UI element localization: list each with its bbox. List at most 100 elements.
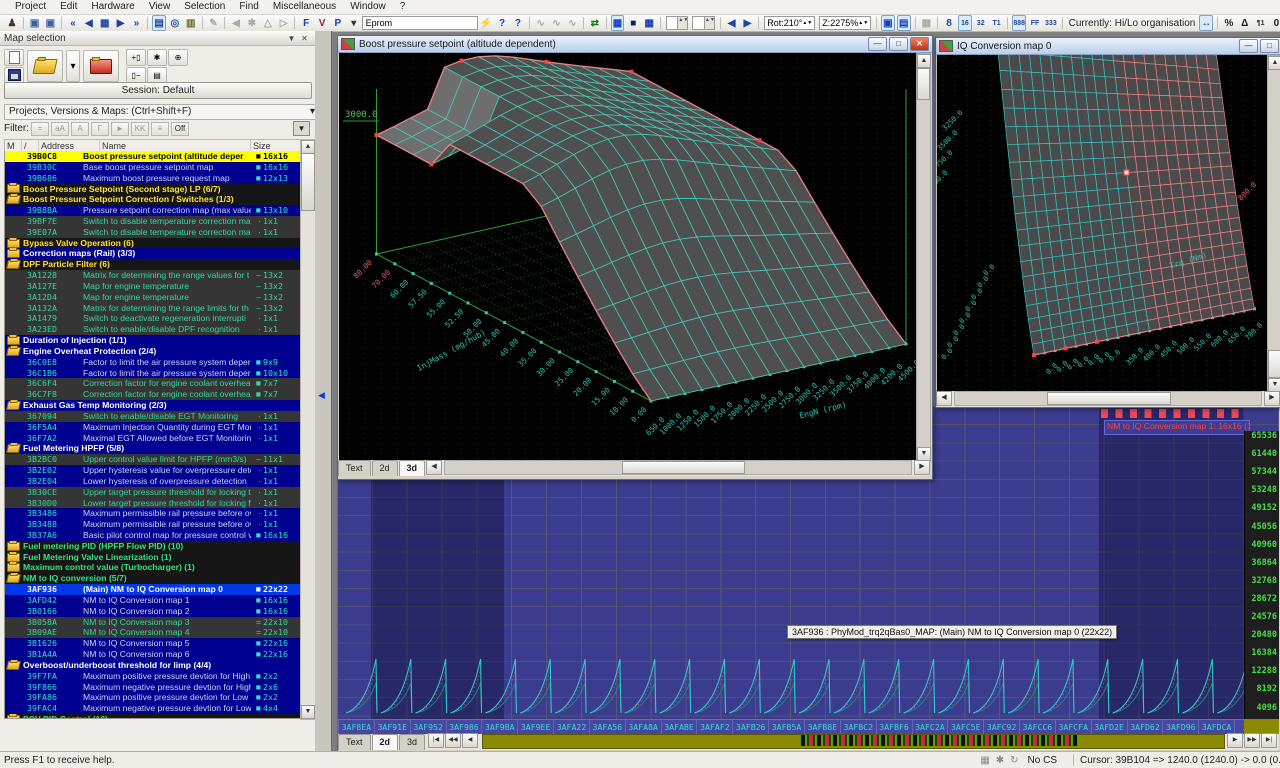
toolbar-icon[interactable]: P: [331, 15, 345, 31]
nav-icon[interactable]: |◀: [428, 733, 444, 748]
filter-icon[interactable]: aA: [51, 122, 69, 136]
toolbar-icon[interactable]: ?: [495, 15, 509, 31]
folder-row[interactable]: Bypass Valve Operation (6): [5, 238, 301, 249]
table-row[interactable]: 3AF936(Main) NM to IQ Conversion map 0■2…: [5, 584, 301, 595]
table-row[interactable]: 39F866Maximum negative pressure devtion …: [5, 682, 301, 693]
table-row[interactable]: 39B686Maximum boost pressure request map…: [5, 173, 301, 184]
table-row[interactable]: 39B8BAPressure setpoint correction map (…: [5, 205, 301, 216]
menu-project[interactable]: Project: [8, 0, 53, 14]
toolbar-icon[interactable]: ▦: [642, 15, 656, 31]
open-project-dropdown[interactable]: ▾: [66, 50, 80, 82]
folder-row[interactable]: Fuel Metering Valve Linearization (1): [5, 552, 301, 563]
table-row[interactable]: 36F7A2Maximal EGT Allowed before EGT Mon…: [5, 433, 301, 444]
toolbar-icon[interactable]: ▣: [881, 15, 895, 31]
hex-tab-3d[interactable]: 3d: [399, 734, 425, 750]
import-folder-button[interactable]: [83, 50, 119, 82]
table-row[interactable]: 36C0E8Factor to limit the air pressure s…: [5, 357, 301, 368]
hex-tab-2d[interactable]: 2d: [372, 734, 399, 750]
toolbar-icon[interactable]: ▾: [347, 15, 361, 31]
scroll-up-icon[interactable]: ▲: [301, 140, 315, 154]
maximize-icon[interactable]: □: [1260, 39, 1279, 53]
table-row[interactable]: 3A1479Switch to deactivate regeneration …: [5, 313, 301, 324]
nav-icon[interactable]: ▶|: [1261, 733, 1277, 748]
toolbar-icon[interactable]: ▥: [184, 15, 198, 31]
nav-icon[interactable]: ◀◀: [445, 733, 461, 748]
table-scrollbar[interactable]: ▲ ▼: [300, 139, 316, 720]
wizard-button[interactable]: ✱: [147, 49, 167, 66]
toolbar-icon[interactable]: ▦: [98, 15, 112, 31]
toolbar-icon[interactable]: «: [66, 15, 80, 31]
splitter-collapse-icon[interactable]: ◀: [318, 388, 328, 402]
table-row[interactable]: 3A12D4Map for engine temperature–13x2: [5, 292, 301, 303]
folder-row[interactable]: Boost Pressure Setpoint Correction / Swi…: [5, 194, 301, 205]
table-row[interactable]: 3B2E02Upper hysteresis value for overpre…: [5, 465, 301, 476]
toolbar-icon[interactable]: 8: [942, 15, 956, 31]
table-row[interactable]: 367094Switch to enable/disable EGT Monit…: [5, 411, 301, 422]
toolbar-icon[interactable]: ▤: [152, 15, 166, 31]
menu-view[interactable]: View: [142, 0, 178, 14]
toolbar-icon[interactable]: ▣: [43, 15, 57, 31]
toolbar-icon[interactable]: 0: [1270, 15, 1280, 31]
toolbar-icon[interactable]: 16: [958, 15, 972, 31]
zoom-spinner[interactable]: Z:2275% ▲▼: [819, 16, 871, 30]
nav-icon[interactable]: ▶▶: [1244, 733, 1260, 748]
boost-tab-text[interactable]: Text: [338, 460, 371, 476]
iq-title-bar[interactable]: IQ Conversion map 0 — □: [936, 38, 1280, 55]
toolbar-icon[interactable]: 888: [1012, 15, 1026, 31]
filter-icon[interactable]: ►: [111, 122, 129, 136]
toolbar-icon[interactable]: »: [130, 15, 144, 31]
folder-row[interactable]: Boost Pressure Setpoint (Second stage) L…: [5, 183, 301, 194]
toolbar-icon[interactable]: ↔: [1199, 15, 1213, 31]
filter-icon[interactable]: KK: [131, 122, 149, 136]
boost-vscrollbar[interactable]: ▲ ▼: [916, 53, 931, 462]
toolbar-icon[interactable]: ▶: [741, 15, 755, 31]
filter-icon[interactable]: A: [71, 122, 89, 136]
map-range-label[interactable]: NM to IQ Conversion map 1: 16x16 (16 Bi: [1104, 420, 1250, 435]
value-spinner[interactable]: ▲▼: [692, 16, 715, 30]
toolbar-icon[interactable]: ?: [511, 15, 525, 31]
table-row[interactable]: 3B0166NM to IQ Conversion map 2■16x16: [5, 606, 301, 617]
table-row[interactable]: 39F7FAMaximum positive pressure devtion …: [5, 671, 301, 682]
table-row[interactable]: 3B37A6Basic pilot control map for pressu…: [5, 530, 301, 541]
folder-row[interactable]: Correction maps (Rail) (3/3): [5, 248, 301, 259]
menu-miscellaneous[interactable]: Miscellaneous: [266, 0, 343, 14]
table-row[interactable]: 36F5A4Maximum Injection Quantity during …: [5, 422, 301, 433]
toolbar-icon[interactable]: ⇄: [588, 15, 602, 31]
toolbar-icon[interactable]: ▶: [114, 15, 128, 31]
folder-row[interactable]: PCV PID Control (10): [5, 714, 301, 719]
session-button[interactable]: Session: Default: [4, 82, 312, 99]
menu-find[interactable]: Find: [232, 0, 265, 14]
toolbar-icon[interactable]: T1: [990, 15, 1004, 31]
toolbar-icon[interactable]: ▤: [897, 15, 911, 31]
toolbar-icon[interactable]: ■: [626, 15, 640, 31]
toolbar-icon[interactable]: 333: [1044, 15, 1058, 31]
folder-row[interactable]: Duration of Injection (1/1): [5, 335, 301, 346]
boost-tab-2d[interactable]: 2d: [372, 460, 398, 476]
folder-row[interactable]: Maximum control value (Turbocharger) (1): [5, 562, 301, 573]
table-row[interactable]: 3AFD42NM to IQ Conversion map 1■16x16: [5, 595, 301, 606]
toolbar-icon[interactable]: ◀: [725, 15, 739, 31]
toolbar-icon[interactable]: ⚡: [479, 15, 493, 31]
folder-row[interactable]: Fuel Metering HPFP (5/8): [5, 443, 301, 454]
toolbar-icon[interactable]: %: [1222, 15, 1236, 31]
boost-title-bar[interactable]: Boost pressure setpoint (altitude depend…: [338, 36, 932, 53]
toolbar-icon[interactable]: Δ: [1238, 15, 1252, 31]
table-row[interactable]: 39BF7ESwitch to disable temperature corr…: [5, 216, 301, 227]
filter-icon[interactable]: =: [31, 122, 49, 136]
table-row[interactable]: 3B30D0Lower target pressure threshold fo…: [5, 498, 301, 509]
toolbar-icon[interactable]: ¶1: [1254, 15, 1268, 31]
iq-3d-plot[interactable]: 0.00.00.00.00.00.00.0350.0400.0450.0500.…: [937, 55, 1268, 391]
table-row[interactable]: 3B058ANM to IQ Conversion map 3=22x10: [5, 617, 301, 628]
projects-dropdown[interactable]: Projects, Versions & Maps: (Ctrl+Shift+F…: [4, 104, 320, 120]
preview-button[interactable]: ▤: [147, 67, 167, 84]
minimize-icon[interactable]: —: [1239, 39, 1258, 53]
memory-minimap[interactable]: [799, 735, 1079, 746]
folder-row[interactable]: DPF Particle Filter (6): [5, 259, 301, 270]
toolbar-icon[interactable]: ▣: [28, 15, 42, 31]
minimize-icon[interactable]: —: [868, 37, 887, 51]
folder-row[interactable]: Fuel metering PID (HPFP Flow PID) (10): [5, 541, 301, 552]
rotation-spinner[interactable]: Rot:210° ▲▼: [764, 16, 815, 30]
table-row[interactable]: 3B2BC0Upper control value limit for HPFP…: [5, 454, 301, 465]
table-row[interactable]: 3B09AENM to IQ Conversion map 4=22x10: [5, 627, 301, 638]
boost-hscrollbar[interactable]: [444, 460, 912, 475]
